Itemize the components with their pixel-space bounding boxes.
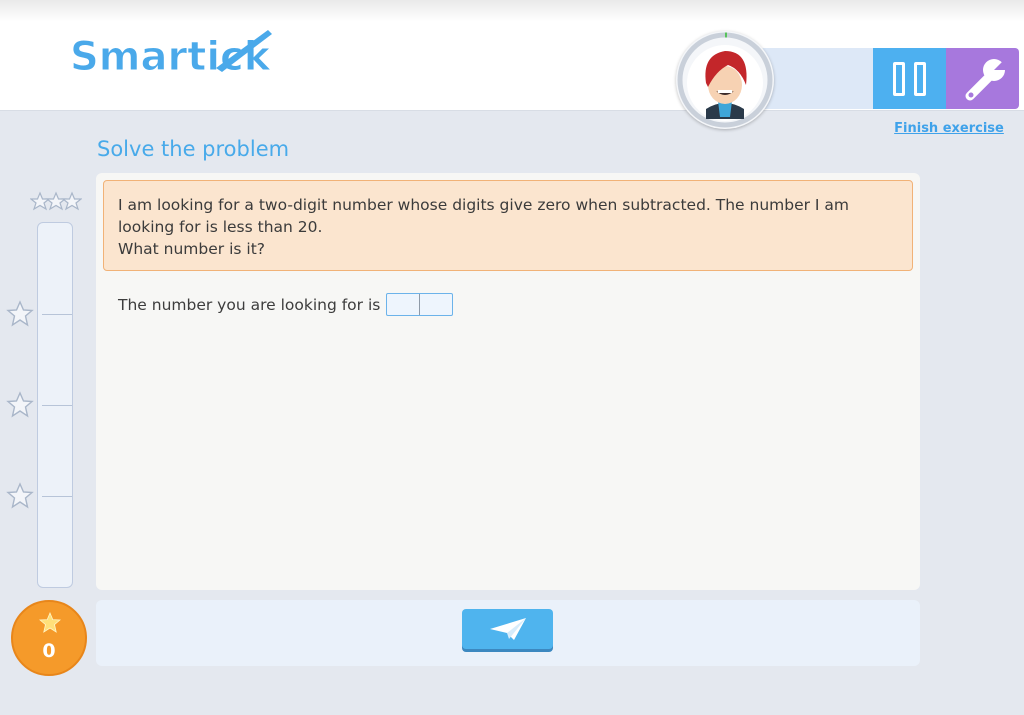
problem-line: What number is it? <box>118 240 265 258</box>
star-icon <box>6 391 34 419</box>
answer-digit-ones[interactable] <box>419 294 453 315</box>
wrench-icon <box>965 59 1006 101</box>
finish-exercise-link[interactable]: Finish exercise <box>880 121 1018 136</box>
logo-graphic: Smartick <box>70 30 272 81</box>
send-answer-button[interactable] <box>462 609 553 649</box>
answer-digit-tens[interactable] <box>387 294 420 315</box>
score-badge: 0 <box>11 600 87 676</box>
star-icon <box>39 612 61 633</box>
toolbar-strip <box>760 48 876 109</box>
paper-plane-icon <box>490 618 526 640</box>
progress-tick <box>42 314 72 315</box>
star-icon <box>6 300 34 328</box>
page-title: Solve the problem <box>97 137 290 161</box>
problem-statement: I am looking for a two-digit number whos… <box>103 180 913 271</box>
answer-prompt: The number you are looking for is <box>118 295 381 314</box>
problem-line: I am looking for a two-digit number whos… <box>118 196 850 214</box>
avatar-face-icon <box>677 32 773 128</box>
star-icon <box>6 482 34 510</box>
progress-tick <box>42 496 72 497</box>
avatar <box>676 31 774 129</box>
progress-tick <box>42 405 72 406</box>
answer-row: The number you are looking for is <box>118 293 454 316</box>
score-value: 0 <box>42 640 56 662</box>
settings-button[interactable] <box>946 48 1019 109</box>
exercise-card: I am looking for a two-digit number whos… <box>96 173 920 590</box>
answer-input-group <box>386 293 454 316</box>
footer-bar <box>96 600 920 666</box>
three-stars-icon <box>30 188 82 218</box>
problem-line: looking for is less than 20. <box>118 218 323 236</box>
smartick-logo: Smartick <box>66 26 276 84</box>
pause-button[interactable] <box>873 48 946 109</box>
pause-icon <box>893 62 926 96</box>
